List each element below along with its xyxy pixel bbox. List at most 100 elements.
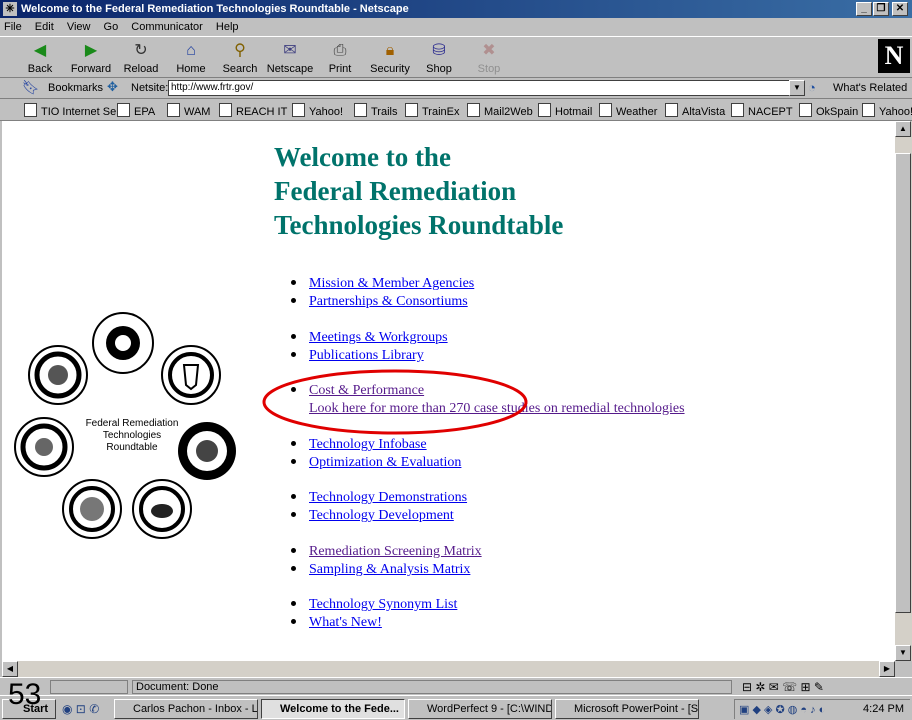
scroll-down-button[interactable]: ▼ bbox=[895, 645, 911, 661]
bookmark-icon bbox=[599, 103, 612, 117]
bookmark-item-yahoo[interactable]: Yahoo! bbox=[292, 103, 343, 118]
bookmark-item-trails[interactable]: Trails bbox=[354, 103, 397, 118]
menu-bar: File Edit View Go Communicator Help bbox=[0, 18, 912, 36]
stop-button[interactable]: ✖ Stop bbox=[464, 41, 514, 75]
reload-button[interactable]: ↻ Reload bbox=[116, 41, 166, 75]
bookmarks-button[interactable]: Bookmarks bbox=[48, 82, 103, 94]
menu-communicator[interactable]: Communicator bbox=[131, 21, 203, 33]
menu-view[interactable]: View bbox=[67, 21, 91, 33]
quick-launch-icons[interactable]: ◉ ⊡ ✆ bbox=[62, 702, 99, 716]
task-welcome-frtr[interactable]: Welcome to the Fede... bbox=[261, 699, 405, 719]
bookmark-icon bbox=[292, 103, 305, 117]
bookmark-item-mail2web[interactable]: Mail2Web bbox=[467, 103, 533, 118]
url-dropdown-button[interactable]: ▼ bbox=[789, 80, 805, 96]
link-technology-synonym-list[interactable]: Technology Synonym List bbox=[309, 597, 457, 613]
netscape-logo[interactable]: N bbox=[878, 39, 910, 73]
bookmark-icon bbox=[665, 103, 678, 117]
link-remediation-screening-matrix[interactable]: Remediation Screening Matrix bbox=[309, 544, 482, 560]
security-button[interactable]: 🔒︎ Security bbox=[365, 41, 415, 75]
menu-help[interactable]: Help bbox=[216, 21, 239, 33]
task-wordperfect[interactable]: WordPerfect 9 - [C:\WIND... bbox=[408, 699, 552, 719]
whats-related-button[interactable]: What's Related bbox=[833, 82, 907, 94]
page-proxy-icon[interactable]: ✥ bbox=[107, 79, 118, 95]
bookmark-item-nacept[interactable]: NACEPT bbox=[731, 103, 793, 118]
progress-bar bbox=[50, 680, 128, 694]
link-technology-infobase[interactable]: Technology Infobase bbox=[309, 437, 427, 453]
vertical-scrollbar[interactable]: ▲ ▼ bbox=[895, 121, 912, 661]
scroll-up-button[interactable]: ▲ bbox=[895, 121, 911, 137]
link-optimization-evaluation[interactable]: Optimization & Evaluation bbox=[309, 455, 461, 471]
bookmark-icon bbox=[731, 103, 744, 117]
shop-button[interactable]: ⛁ Shop bbox=[414, 41, 464, 75]
home-button[interactable]: ⌂ Home bbox=[166, 41, 216, 75]
status-text: Document: Done bbox=[132, 680, 732, 694]
horizontal-scrollbar[interactable]: ◀ ▶ bbox=[2, 661, 895, 677]
bookmark-item-tio[interactable]: TIO Internet Se bbox=[24, 103, 116, 118]
scroll-left-button[interactable]: ◀ bbox=[2, 661, 18, 677]
forward-icon: ▶ bbox=[84, 42, 98, 59]
home-icon: ⌂ bbox=[186, 42, 196, 59]
minimize-button[interactable]: _ bbox=[856, 2, 872, 16]
stop-icon: ✖ bbox=[482, 42, 496, 59]
link-meetings-workgroups[interactable]: Meetings & Workgroups bbox=[309, 330, 448, 346]
tray-icons[interactable]: ▣ ◆ ◈ ✪ ◍ ◓ ♪ ◐ bbox=[739, 703, 825, 716]
bookmark-icon bbox=[538, 103, 551, 117]
link-publications-library[interactable]: Publications Library bbox=[309, 348, 424, 364]
netscape-window-icon[interactable]: ✳ bbox=[3, 2, 17, 16]
scroll-right-button[interactable]: ▶ bbox=[879, 661, 895, 677]
bookmark-icon[interactable]: 🔖︎ bbox=[22, 79, 40, 96]
print-icon: ⎙ bbox=[333, 42, 347, 59]
bullet bbox=[291, 566, 296, 571]
search-button[interactable]: ⚲ Search bbox=[215, 41, 265, 75]
bookmark-item-okspain[interactable]: OkSpain bbox=[799, 103, 858, 118]
bookmark-icon bbox=[117, 103, 130, 117]
bookmark-item-wam[interactable]: WAM bbox=[167, 103, 210, 118]
navigation-toolbar: ◀ Back ▶ Forward ↻ Reload ⌂ Home ⚲ Search ✉ Ne… bbox=[0, 36, 912, 78]
bookmark-item-yahoo-2[interactable]: Yahoo! bbox=[862, 103, 912, 118]
location-bar: 🔖︎ Bookmarks ✥ Netsite: http://www.frtr.… bbox=[0, 78, 912, 99]
netscape-icon: ✉ bbox=[283, 42, 297, 59]
interior-seal bbox=[132, 479, 192, 539]
link-partnerships-consortiums[interactable]: Partnerships & Consortiums bbox=[309, 294, 468, 310]
back-button[interactable]: ◀ Back bbox=[15, 41, 65, 75]
bookmark-item-epa[interactable]: EPA bbox=[117, 103, 155, 118]
component-bar-icons[interactable]: ⊟ ✲ ✉ ☏ ⊞ ✎ bbox=[742, 680, 824, 694]
forward-button[interactable]: ▶ Forward bbox=[66, 41, 116, 75]
bookmark-item-weather[interactable]: Weather bbox=[599, 103, 657, 118]
bookmark-item-trainex[interactable]: TrainEx bbox=[405, 103, 460, 118]
page-content: Welcome to the Federal Remediation Techn… bbox=[2, 121, 895, 661]
bullet bbox=[291, 298, 296, 303]
menu-edit[interactable]: Edit bbox=[35, 21, 54, 33]
close-button[interactable]: ✕ bbox=[892, 2, 908, 16]
menu-go[interactable]: Go bbox=[104, 21, 119, 33]
link-technology-development[interactable]: Technology Development bbox=[309, 508, 454, 524]
link-sampling-analysis-matrix[interactable]: Sampling & Analysis Matrix bbox=[309, 562, 470, 578]
link-technology-demonstrations[interactable]: Technology Demonstrations bbox=[309, 490, 467, 506]
search-icon: ⚲ bbox=[234, 42, 246, 59]
bookmark-icon bbox=[219, 103, 232, 117]
bookmark-icon bbox=[467, 103, 480, 117]
scroll-thumb[interactable] bbox=[895, 153, 911, 613]
bookmark-icon bbox=[354, 103, 367, 117]
bookmark-item-hotmail[interactable]: Hotmail bbox=[538, 103, 592, 118]
army-seal bbox=[28, 345, 88, 405]
slide-number: 53 bbox=[8, 678, 42, 711]
link-mission-member-agencies[interactable]: Mission & Member Agencies bbox=[309, 276, 474, 292]
navy-seal bbox=[62, 479, 122, 539]
scroll-corner bbox=[895, 661, 912, 677]
netscape-button[interactable]: ✉ Netscape bbox=[265, 41, 315, 75]
bullet bbox=[291, 334, 296, 339]
title-bar: ✳ Welcome to the Federal Remediation Tec… bbox=[0, 0, 912, 18]
clock-time[interactable]: 4:24 PM bbox=[863, 703, 904, 715]
bookmark-item-altavista[interactable]: AltaVista bbox=[665, 103, 725, 118]
task-powerpoint[interactable]: Microsoft PowerPoint - [Sp... bbox=[555, 699, 699, 719]
link-whats-new[interactable]: What's New! bbox=[309, 615, 382, 631]
url-input[interactable]: http://www.frtr.gov/ bbox=[168, 80, 790, 96]
task-carlos-pachon-inbox[interactable]: Carlos Pachon - Inbox - Lo... bbox=[114, 699, 258, 719]
menu-file[interactable]: File bbox=[4, 21, 22, 33]
print-button[interactable]: ⎙ Print bbox=[315, 41, 365, 75]
air-force-seal bbox=[14, 417, 74, 477]
maximize-button[interactable]: ❐ bbox=[873, 2, 889, 16]
bookmark-item-reach-it[interactable]: REACH IT bbox=[219, 103, 287, 118]
back-icon: ◀ bbox=[33, 42, 47, 59]
